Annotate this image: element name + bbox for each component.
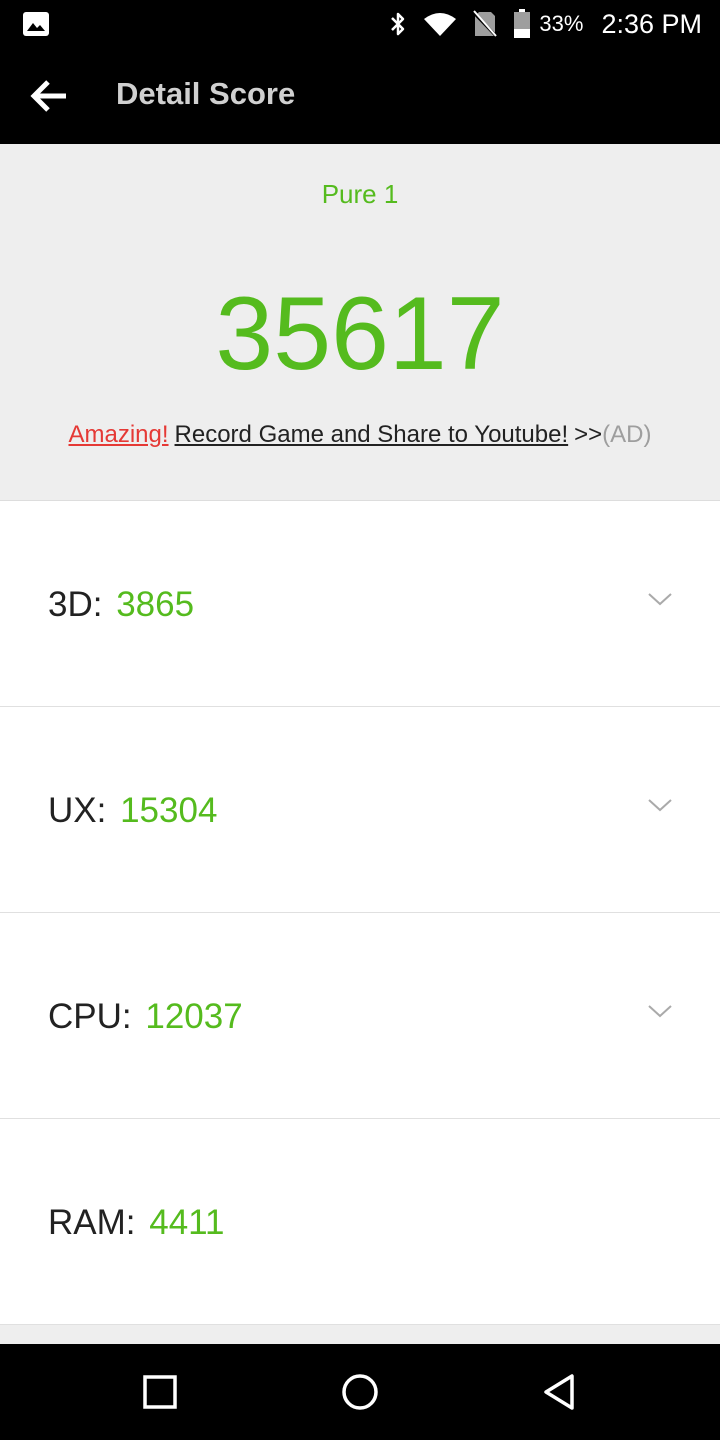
score-row-ram: RAM: 4411 <box>0 1119 720 1325</box>
image-notification-icon <box>22 11 50 37</box>
square-recents-icon <box>143 1375 177 1409</box>
back-arrow-button[interactable] <box>28 78 70 114</box>
score-value: 4411 <box>149 1203 225 1242</box>
score-label: CPU: <box>48 997 132 1036</box>
ad-highlight-link[interactable]: Amazing! <box>68 421 168 448</box>
device-name: Pure 1 <box>321 179 399 209</box>
recents-button[interactable] <box>140 1372 180 1412</box>
score-row-text: UX: 15304 <box>48 791 217 831</box>
wifi-icon <box>423 11 457 37</box>
score-value: 12037 <box>145 997 243 1036</box>
back-arrow-icon <box>30 80 66 112</box>
score-row-3d[interactable]: 3D: 3865 <box>0 501 720 707</box>
score-list: 3D: 3865 UX: 15304 CPU: 12037 RAM: 4411 <box>0 501 720 1325</box>
status-icons: 33% 2:36 PM <box>373 0 702 48</box>
nav-back-button[interactable] <box>540 1372 580 1412</box>
list-footer-spacer <box>0 1325 720 1345</box>
score-row-text: 3D: 3865 <box>48 585 194 625</box>
ad-link[interactable]: Record Game and Share to Youtube! <box>175 421 569 448</box>
battery-percent: 33% <box>539 11 584 36</box>
score-value: 3865 <box>116 585 195 624</box>
ad-tag: (AD) <box>602 421 652 448</box>
triangle-back-icon <box>544 1374 574 1410</box>
score-row-text: RAM: 4411 <box>48 1203 225 1243</box>
clock: 2:36 PM <box>601 8 702 39</box>
app-bar: Detail Score <box>0 48 720 144</box>
score-label: RAM: <box>48 1203 136 1242</box>
chevron-down-icon[interactable] <box>646 589 674 609</box>
score-value: 15304 <box>120 791 218 830</box>
no-sim-icon <box>473 10 498 38</box>
status-bar: 33% 2:36 PM <box>0 0 720 48</box>
navigation-bar <box>0 1344 720 1440</box>
score-label: UX: <box>48 791 107 830</box>
home-button[interactable] <box>340 1372 380 1412</box>
bluetooth-icon <box>389 10 407 38</box>
score-row-ux[interactable]: UX: 15304 <box>0 707 720 913</box>
ad-arrows: >> <box>574 421 603 448</box>
chevron-down-icon[interactable] <box>646 1001 674 1021</box>
battery-icon <box>513 9 531 39</box>
score-row-cpu[interactable]: CPU: 12037 <box>0 913 720 1119</box>
page-title: Detail Score <box>116 76 296 111</box>
score-panel: Pure 1 35617 Amazing! Record Game and Sha… <box>0 144 720 501</box>
ad-banner[interactable]: Amazing! Record Game and Share to Youtube… <box>0 421 720 449</box>
total-score: 35617 <box>215 276 505 392</box>
score-row-text: CPU: 12037 <box>48 997 243 1037</box>
circle-home-icon <box>342 1374 378 1410</box>
score-label: 3D: <box>48 585 103 624</box>
chevron-down-icon[interactable] <box>646 795 674 815</box>
